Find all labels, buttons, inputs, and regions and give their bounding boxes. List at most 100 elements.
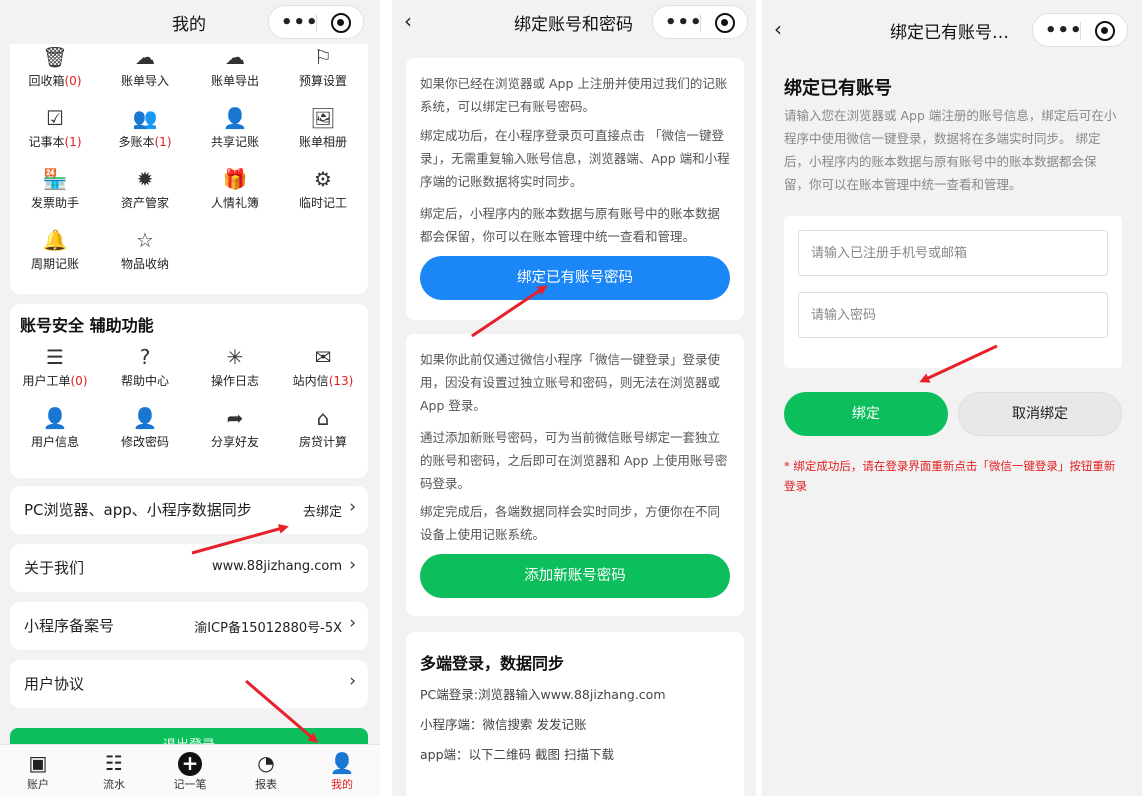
plus-glyph: + (178, 752, 202, 776)
profile-icon: 👤 (329, 751, 355, 775)
tab-0[interactable]: ▣ 账户 (8, 750, 68, 792)
add-new-card: 如果你此前仅通过微信小程序「微信一键登录」登录使用，因没有设置过独立账号和密码，… (406, 334, 744, 616)
label-text: 账单导出 (210, 74, 259, 88)
grid-item[interactable]: 👤 共享记账 (190, 105, 280, 150)
grid-item-label: 物品收纳 (100, 255, 190, 272)
password-field[interactable] (798, 292, 1108, 338)
grid-item[interactable]: 👤 修改密码 (100, 405, 190, 450)
settings-row[interactable]: PC浏览器、app、小程序数据同步 去绑定 › (10, 486, 368, 534)
tab-1[interactable]: ☷ 流水 (84, 750, 144, 792)
label-text: 回收箱 (28, 74, 65, 88)
grid-item[interactable]: ✹ 资产管家 (100, 166, 190, 211)
settings-row[interactable]: 用户协议 › (10, 660, 368, 708)
more-icon[interactable]: ••• (665, 12, 703, 33)
loading-icon: ✳ (226, 345, 244, 369)
chevron-right-icon: › (349, 613, 356, 633)
sync-title: 多端登录，数据同步 (420, 654, 565, 673)
grid-item-label: 预算设置 (278, 72, 368, 89)
password-input[interactable] (799, 293, 1107, 337)
grid-item[interactable]: ✉ 站内信(13) (278, 344, 368, 389)
store-icon: 🏪 (42, 167, 68, 191)
label-text: 资产管家 (120, 196, 169, 210)
grid-item[interactable]: ☁ 账单导入 (100, 44, 190, 89)
row-label: 关于我们 (24, 559, 85, 577)
label-text: 帮助中心 (120, 374, 169, 388)
mail-icon: ✉ (314, 345, 332, 369)
grid-item[interactable]: 👤 用户信息 (10, 405, 100, 450)
grid-item[interactable]: 🏪 发票助手 (10, 166, 100, 211)
grid-item[interactable]: ✳ 操作日志 (190, 344, 280, 389)
page-title: 绑定已有账号… (890, 23, 1009, 43)
home-icon: ⌂ (316, 406, 330, 430)
label-text: 分享好友 (210, 435, 259, 449)
grid-item[interactable]: 🗑 回收箱(0) (10, 44, 100, 89)
row-value: 去绑定 (302, 505, 342, 520)
label-text: 修改密码 (120, 435, 169, 449)
grid-item-label: 记事本(1) (10, 133, 100, 150)
account-field[interactable] (798, 230, 1108, 276)
grid-item-label: 账单导入 (100, 72, 190, 89)
tab-3[interactable]: ◔ 报表 (236, 750, 296, 792)
mini-program-capsule[interactable]: ••• (268, 5, 364, 39)
label-text: 站内信 (292, 374, 329, 388)
form-intro: 请输入您在浏览器或 App 端注册的账号信息，绑定后可在小程序中使用微信一键登录… (784, 108, 1117, 192)
form-heading: 绑定已有账号 (784, 78, 892, 99)
pie-chart-icon: ◔ (257, 751, 275, 775)
grid-item[interactable]: ☑ 记事本(1) (10, 105, 100, 150)
more-icon[interactable]: ••• (281, 12, 319, 33)
bind-existing-button[interactable]: 绑定已有账号密码 (420, 256, 730, 300)
grid-item[interactable]: 🔔 周期记账 (10, 227, 100, 272)
tab-4[interactable]: 👤 我的 (312, 750, 372, 792)
back-icon[interactable]: ‹ (404, 9, 412, 33)
row-value: www.88jizhang.com (211, 559, 342, 574)
settings-row[interactable]: 小程序备案号 渝ICP备15012880号-5X › (10, 602, 368, 650)
user-plus-icon: 👤 (222, 106, 248, 130)
label-text: 用户工单 (22, 374, 71, 388)
grid-item-label: 账单相册 (278, 133, 368, 150)
grid-item-label: 资产管家 (100, 194, 190, 211)
grid-item[interactable]: ⚐ 预算设置 (278, 44, 368, 89)
account-input[interactable] (799, 231, 1107, 275)
grid-item[interactable]: ☰ 用户工单(0) (10, 344, 100, 389)
grid-item[interactable]: 👥 多账本(1) (100, 105, 190, 150)
count-badge: (1) (64, 135, 82, 149)
grid-item[interactable]: ⚙ 临时记工 (278, 166, 368, 211)
star-icon: ☆ (136, 228, 154, 252)
label-text: 多账本 (118, 135, 155, 149)
grid-item[interactable]: ☆ 物品收纳 (100, 227, 190, 272)
grid-item-label: 发票助手 (10, 194, 100, 211)
close-target-icon[interactable] (715, 13, 735, 33)
grid-item[interactable]: 🖼 账单相册 (278, 105, 368, 150)
grid-item[interactable]: ➦ 分享好友 (190, 405, 280, 450)
grid-item[interactable]: ? 帮助中心 (100, 344, 190, 389)
grid-item-label: 帮助中心 (100, 372, 190, 389)
mini-program-capsule[interactable]: ••• (1032, 13, 1128, 47)
cancel-bind-button[interactable]: 取消绑定 (958, 392, 1122, 436)
add-new-account-button[interactable]: 添加新账号密码 (420, 554, 730, 598)
grid-item-label: 用户工单(0) (10, 372, 100, 389)
mini-program-capsule[interactable]: ••• (652, 5, 748, 39)
aperture-icon: ✹ (136, 167, 154, 191)
tab-label: 报表 (255, 778, 277, 791)
bind-account-screen: ‹ 绑定账号和密码 ••• 如果你已经在浏览器或 App 上注册并使用过我们的记… (392, 0, 756, 796)
tab-2[interactable]: + 记一笔 (160, 750, 220, 792)
settings-row[interactable]: 关于我们 www.88jizhang.com › (10, 544, 368, 592)
paragraph: 如果你已经在浏览器或 App 上注册并使用过我们的记账系统，可以绑定已有账号密码… (420, 76, 728, 114)
cloud-upload-icon: ☁ (135, 45, 155, 69)
navbar: 我的 ••• (0, 0, 380, 44)
list-icon: ☷ (105, 751, 123, 775)
count-badge: (0) (64, 74, 82, 88)
more-icon[interactable]: ••• (1045, 20, 1083, 41)
row-label: PC浏览器、app、小程序数据同步 (24, 501, 252, 519)
back-icon[interactable]: ‹ (774, 17, 782, 41)
close-target-icon[interactable] (331, 13, 351, 33)
paragraph: 绑定后，小程序内的账本数据与原有账号中的账本数据都会保留，你可以在账本管理中统一… (420, 206, 721, 244)
close-target-icon[interactable] (1095, 21, 1115, 41)
trash-icon: 🗑 (42, 45, 68, 69)
sync-line: 小程序端：微信搜索 发发记账 (420, 717, 587, 732)
grid-item[interactable]: 🎁 人情礼簿 (190, 166, 280, 211)
grid-item[interactable]: ⌂ 房贷计算 (278, 405, 368, 450)
grid-item[interactable]: ☁ 账单导出 (190, 44, 280, 89)
label-text: 发票助手 (30, 196, 79, 210)
bind-button[interactable]: 绑定 (784, 392, 948, 436)
